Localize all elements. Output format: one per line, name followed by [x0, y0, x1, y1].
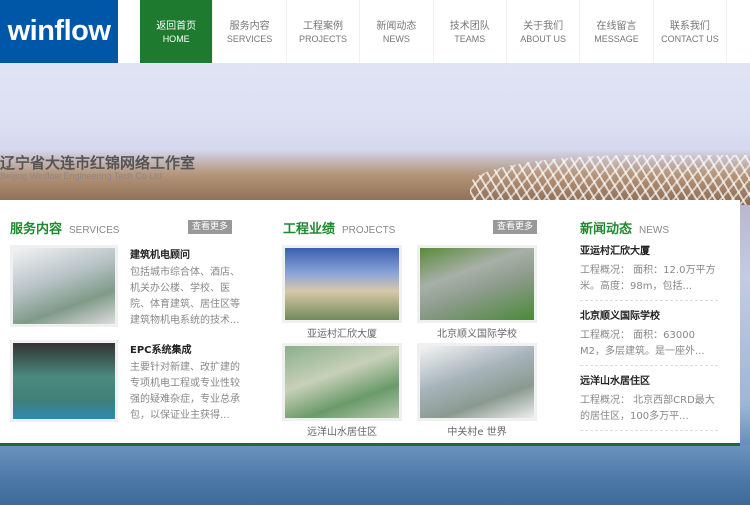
nav-label-en: TEAMS [454, 34, 486, 44]
project-caption[interactable]: 亚运村汇欣大厦 [283, 325, 401, 340]
nav-label: 服务内容 [229, 21, 270, 32]
project-caption[interactable]: 中关村e 世界 [418, 423, 536, 438]
projects-heading: 工程业绩 PROJECTS [283, 218, 395, 237]
nav-home[interactable]: 返回首页 HOME [140, 0, 214, 63]
service-title[interactable]: EPC系统集成 [130, 341, 192, 356]
service-title[interactable]: 建筑机电顾问 [130, 246, 190, 261]
content-panel: 服务内容 SERVICES 查看更多 建筑机电顾问 包括城市综合体、酒店、机关办公… [0, 200, 740, 446]
news-item[interactable]: 北京顺义国际学校工程概况： 面积：63000 M2，多层建筑。是一座外... [580, 309, 718, 366]
nav-teams[interactable]: 技术团队 TEAMS [434, 0, 507, 63]
project-image[interactable] [417, 343, 537, 421]
nav-label-en: PROJECTS [298, 34, 347, 44]
nav-label: 关于我们 [523, 21, 564, 32]
service-image-building[interactable] [10, 245, 118, 327]
main-nav: 返回首页 HOME 服务内容 SERVICES 工程案例 PROJECTS 新闻动态 N… [140, 0, 728, 63]
nav-label-en: MESSAGE [594, 34, 639, 44]
project-caption[interactable]: 北京顺义国际学校 [418, 325, 536, 340]
nav-label: 在线留言 [596, 21, 637, 32]
nav-label: 工程案例 [302, 21, 343, 32]
nav-projects[interactable]: 工程案例 PROJECTS [287, 0, 361, 63]
project-caption[interactable]: 远洋山水居住区 [283, 423, 401, 438]
news-desc: 工程概况： 面积：12.0万平方米。高度：98m，包括... [580, 265, 716, 292]
news-heading: 新闻动态 NEWS [580, 218, 669, 237]
service-image-chiller[interactable] [10, 340, 118, 422]
nav-news[interactable]: 新闻动态 NEWS [360, 0, 434, 63]
heading-cn: 工程业绩 [283, 222, 336, 237]
heading-cn: 新闻动态 [580, 222, 633, 237]
news-title[interactable]: 远洋山水居住区 [580, 374, 718, 390]
heading-en: NEWS [639, 225, 670, 236]
nav-label: 技术团队 [449, 21, 490, 32]
news-title[interactable]: 亚运村汇欣大厦 [580, 244, 718, 260]
news-title[interactable]: 北京顺义国际学校 [580, 309, 718, 325]
heading-cn: 服务内容 [10, 222, 63, 237]
project-image[interactable] [282, 343, 402, 421]
heading-en: PROJECTS [342, 225, 396, 236]
nav-label-en: ABOUT US [520, 34, 567, 44]
nav-label-en: NEWS [382, 34, 410, 44]
nav-label-en: HOME [162, 34, 190, 44]
nav-message[interactable]: 在线留言 MESSAGE [580, 0, 654, 63]
projects-more-button[interactable]: 查看更多 [493, 220, 537, 234]
news-item[interactable]: 远洋山水居住区工程概况： 北京西部CRD最大的居住区，100多万平... [580, 374, 718, 431]
project-image[interactable] [417, 245, 537, 323]
news-desc: 工程概况： 北京西部CRD最大的居住区，100多万平... [580, 395, 715, 422]
services-more-button[interactable]: 查看更多 [188, 220, 232, 234]
banner-title: 辽宁省大连市红锦网络工作室 [0, 154, 196, 172]
news-item[interactable]: 亚运村汇欣大厦工程概况： 面积：12.0万平方米。高度：98m，包括... [580, 244, 718, 301]
nav-label: 返回首页 [156, 21, 197, 32]
nav-label: 联系我们 [669, 21, 710, 32]
nav-contact[interactable]: 联系我们 CONTACT US [654, 0, 728, 63]
nav-about[interactable]: 关于我们 ABOUT US [507, 0, 581, 63]
project-image[interactable] [282, 245, 402, 323]
water-image [0, 445, 750, 505]
service-desc: 包括城市综合体、酒店、机关办公楼、学校、医院、体育建筑、居住区等建筑物机电系统的… [130, 267, 240, 326]
heading-en: SERVICES [69, 225, 120, 236]
logo[interactable]: winflow [0, 0, 118, 63]
nav-label-en: SERVICES [226, 34, 273, 44]
header: winflow 返回首页 HOME 服务内容 SERVICES 工程案例 PROJEC… [0, 0, 750, 63]
nav-services[interactable]: 服务内容 SERVICES [213, 0, 287, 63]
banner-subtitle: Beijing Winflow Engineering Tech Co Ltd [0, 171, 162, 181]
news-desc: 工程概况： 面积：63000 M2，多层建筑。是一座外... [580, 330, 705, 357]
services-heading: 服务内容 SERVICES [10, 218, 119, 237]
service-desc: 主要针对新建、改扩建的专项机电工程或专业性较强的疑难杂症，专业总承包，以保证业主… [130, 362, 240, 421]
nav-label-en: CONTACT US [661, 34, 719, 44]
nav-label: 新闻动态 [376, 21, 417, 32]
